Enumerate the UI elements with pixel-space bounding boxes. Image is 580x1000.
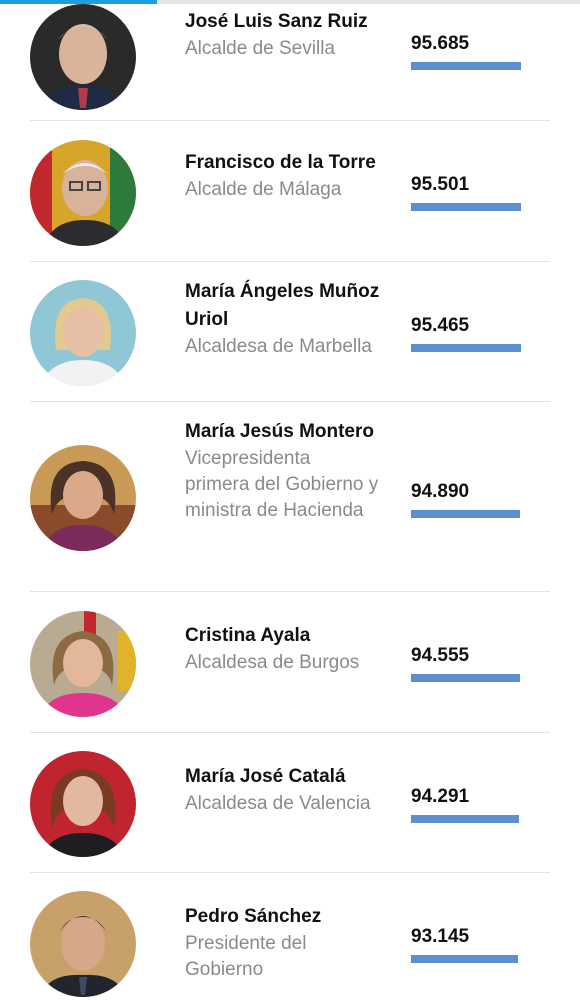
list-item: María José Catalá Alcaldesa de Valencia … [30, 733, 550, 873]
score-bar-track [411, 344, 521, 352]
score-bar-track [411, 62, 521, 70]
person-name: María José Catalá [185, 766, 346, 787]
avatar [30, 611, 136, 717]
avatar [30, 4, 136, 110]
person-name: María Jesús Montero [185, 421, 374, 442]
score-bar-track [411, 203, 521, 211]
person-name: María Ángeles Muñoz Uriol [185, 281, 380, 330]
person-name: Francisco de la Torre [185, 152, 376, 173]
person-role: Vicepresidenta primera del Gobierno y mi… [185, 448, 379, 521]
person-role: Alcaldesa de Valencia [185, 793, 371, 814]
score-value: 94.291 [411, 786, 470, 807]
score-value: 93.145 [411, 926, 470, 947]
person-name: Cristina Ayala [185, 625, 311, 646]
avatar [30, 445, 136, 551]
avatar [30, 280, 136, 386]
person-name: Pedro Sánchez [185, 906, 322, 927]
score-value: 95.501 [411, 174, 470, 195]
score-bar [411, 510, 521, 518]
avatar [30, 751, 136, 857]
score-bar [411, 62, 521, 70]
person-role: Alcalde de Málaga [185, 179, 342, 200]
score-bar-track [411, 955, 521, 963]
score-bar [411, 203, 521, 211]
person-name: José Luis Sanz Ruiz [185, 11, 368, 32]
avatar [30, 140, 136, 246]
person-role: Alcaldesa de Burgos [185, 652, 360, 673]
person-role: Alcaldesa de Marbella [185, 336, 372, 357]
list-item: María Jesús Montero Vicepresidenta prime… [30, 402, 550, 592]
score-bar [411, 955, 519, 963]
score-value: 94.890 [411, 481, 470, 502]
score-bar [411, 815, 520, 823]
list-item: Pedro Sánchez Presidente del Gobierno 93… [30, 873, 550, 1000]
avatar [30, 891, 136, 997]
list-item: María Ángeles Muñoz Uriol Alcaldesa de M… [30, 262, 550, 402]
list-item: José Luis Sanz Ruiz Alcalde de Sevilla 9… [30, 0, 550, 121]
list-item: Cristina Ayala Alcaldesa de Burgos 94.55… [30, 592, 550, 733]
score-bar-track [411, 510, 521, 518]
score-bar [411, 674, 520, 682]
score-value: 95.685 [411, 33, 470, 54]
person-role: Alcalde de Sevilla [185, 38, 335, 59]
score-bar [411, 344, 521, 352]
person-role: Presidente del Gobierno [185, 933, 307, 980]
score-value: 94.555 [411, 645, 470, 666]
score-bar-track [411, 815, 521, 823]
list-item: Francisco de la Torre Alcalde de Málaga … [30, 121, 550, 262]
score-bar-track [411, 674, 521, 682]
score-value: 95.465 [411, 315, 470, 336]
